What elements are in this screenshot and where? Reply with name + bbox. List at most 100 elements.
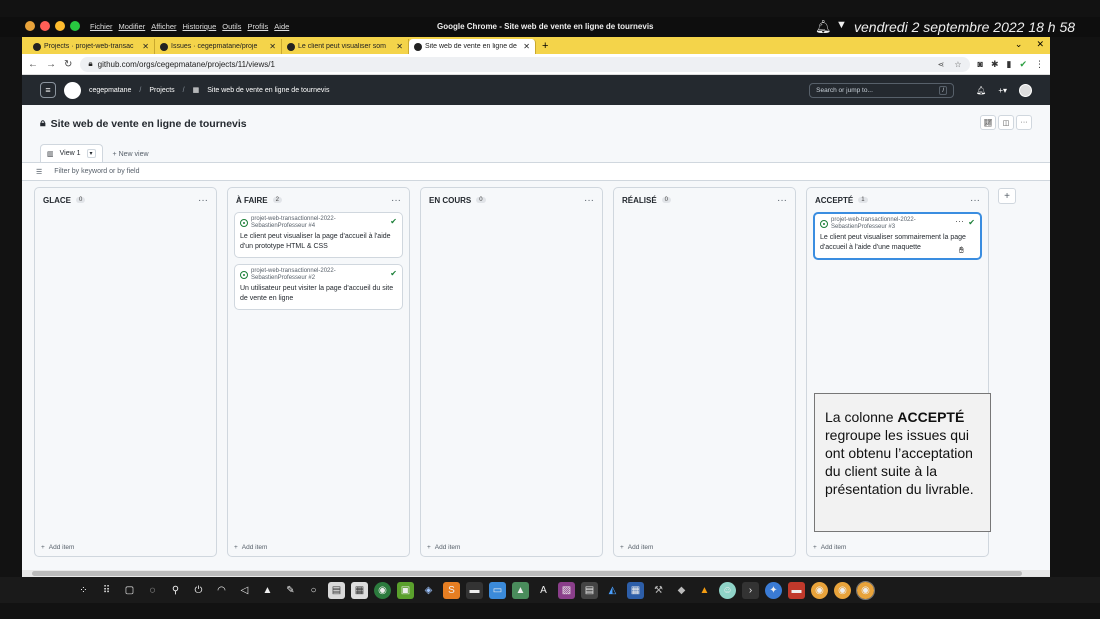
breadcrumb-org[interactable]: cegepmatane (89, 87, 131, 94)
chrome-icon[interactable]: ◉ (856, 580, 875, 600)
column-menu-icon[interactable]: ··· (198, 195, 208, 206)
browser-tab-issue-3[interactable]: Le client peut visualiser som ✕ (282, 39, 409, 54)
terminal-icon[interactable]: ▬ (466, 581, 483, 599)
issue-card[interactable]: projet-web-transactionnel-2022-Sebastien… (813, 212, 982, 260)
column-menu-icon[interactable]: ··· (584, 195, 594, 206)
bell-icon[interactable]: 🔔︎ (815, 19, 832, 35)
add-item-button[interactable]: + Add item (427, 544, 460, 551)
menu-profils[interactable]: Profils (247, 22, 268, 31)
bell-icon[interactable]: 🔔︎ (976, 86, 986, 95)
window-close-button[interactable] (40, 21, 50, 31)
grab-hand-icon[interactable]: ✋︎ (959, 245, 964, 256)
profile-check-icon[interactable]: ✔ (1019, 59, 1027, 70)
menu-modifier[interactable]: Modifier (119, 22, 146, 31)
url-field[interactable]: 🔒︎ github.com/orgs/cegepmatane/projects/… (80, 56, 970, 72)
whiteboard-icon[interactable]: ▦ (627, 581, 644, 599)
menu-historique[interactable]: Historique (183, 22, 217, 31)
tools-icon[interactable]: ⚒ (650, 582, 667, 599)
column-menu-icon[interactable]: ··· (391, 195, 401, 206)
window-minimize-button[interactable] (55, 21, 65, 31)
browser-tab-projects[interactable]: Projects · projet-web-transac ✕ (28, 39, 155, 54)
chrome-icon[interactable] (25, 21, 35, 31)
reload-icon[interactable]: ↻ (64, 59, 72, 70)
globe-icon[interactable]: ◉ (374, 581, 391, 599)
chrome-icon[interactable]: ◉ (834, 581, 851, 599)
image-icon[interactable]: ▨ (558, 581, 575, 599)
chat-icon[interactable]: ☺ (719, 581, 736, 599)
menu-outils[interactable]: Outils (222, 22, 241, 31)
add-item-button[interactable]: + Add item (813, 544, 846, 551)
volume-icon[interactable]: ◁ (236, 582, 253, 599)
sync-icon[interactable]: ◌ (144, 582, 161, 599)
add-item-button[interactable]: + Add item (620, 544, 653, 551)
browser-tab-project-board[interactable]: Site web de vente en ligne de ✕ (409, 39, 536, 54)
add-column-button[interactable]: + (998, 188, 1016, 204)
files-icon[interactable]: ▤ (328, 581, 345, 599)
more-options-icon[interactable]: ··· (1016, 115, 1032, 130)
back-arrow-icon[interactable]: ← (28, 59, 38, 70)
column-menu-icon[interactable]: ··· (777, 195, 787, 206)
close-icon[interactable]: ✕ (396, 42, 403, 51)
card-menu-icon[interactable]: ··· (955, 216, 964, 226)
close-icon[interactable]: ✕ (142, 42, 149, 51)
scrollbar-thumb[interactable] (32, 571, 1022, 576)
close-icon[interactable]: ✕ (269, 42, 276, 51)
column-en-cours[interactable]: EN COURS 0 ··· + Add item (420, 187, 603, 557)
column-a-faire[interactable]: À FAIRE 2 ··· projet-web-transactionnel-… (227, 187, 410, 557)
vlc-icon[interactable]: ▲ (696, 582, 713, 599)
game-icon[interactable]: ▣ (397, 581, 414, 599)
pen-icon[interactable]: ✎ (282, 582, 299, 599)
location-icon[interactable]: ⚲ (167, 582, 184, 599)
menu-afficher[interactable]: Afficher (151, 22, 176, 31)
close-window-icon[interactable]: ✕ (1036, 39, 1044, 50)
browser-tab-issues[interactable]: Issues · cegepmatane/proje ✕ (155, 39, 282, 54)
column-menu-icon[interactable]: ··· (970, 195, 980, 206)
avatar[interactable] (1019, 83, 1032, 97)
column-realise[interactable]: RÉALISÉ 0 ··· + Add item (613, 187, 796, 557)
power-icon[interactable]: ⏻ (190, 582, 207, 599)
filter-input[interactable]: ☰ Filter by keyword or by field (22, 162, 1050, 181)
add-item-button[interactable]: + Add item (41, 544, 74, 551)
star-icon[interactable]: ☆ (954, 60, 961, 69)
add-item-button[interactable]: + Add item (234, 544, 267, 551)
vscode-icon[interactable]: ◭ (604, 582, 621, 599)
screenshot-icon[interactable]: ▭ (489, 581, 506, 599)
hamburger-icon[interactable]: ≡ (40, 82, 56, 98)
github-logo-icon[interactable] (64, 81, 81, 99)
column-glace[interactable]: GLACE 0 ··· + Add item (34, 187, 217, 557)
folder-icon[interactable]: ▬ (788, 581, 805, 599)
issue-card[interactable]: projet-web-transactionnel-2022-Sebastien… (234, 212, 403, 258)
font-icon[interactable]: A (535, 582, 552, 599)
lock-icon[interactable]: 🔒︎ (88, 59, 92, 69)
desktop-icon[interactable]: ▢ (121, 582, 138, 599)
app-grid-icon[interactable]: ⁘ (75, 582, 92, 599)
chevron-down-icon[interactable]: ⌄ (1015, 39, 1023, 50)
wifi-icon[interactable]: ◠ (213, 582, 230, 599)
horizontal-scrollbar[interactable] (22, 570, 1050, 577)
card-title[interactable]: Un utilisateur peut visiter la page d'ac… (240, 284, 397, 304)
new-view-button[interactable]: + New view (113, 151, 149, 162)
kebab-menu-icon[interactable]: ⋮ (1035, 59, 1044, 70)
new-tab-button[interactable]: + (536, 39, 554, 54)
wifi-icon[interactable]: ▼ (836, 19, 847, 31)
monitor-icon[interactable]: ▲ (512, 581, 529, 599)
breadcrumb-project[interactable]: Site web de vente en ligne de tournevis (207, 87, 329, 94)
card-title[interactable]: Le client peut visualiser sommairement l… (820, 233, 975, 253)
menu-fichier[interactable]: Fichier (90, 22, 113, 31)
chevron-down-icon[interactable]: ▾ (86, 149, 96, 158)
virtualbox-icon[interactable]: ◈ (420, 582, 437, 599)
compass-icon[interactable]: ✦ (765, 581, 782, 599)
search-input[interactable]: Search or jump to... / (809, 82, 955, 98)
arrow-icon[interactable]: › (742, 581, 759, 599)
breadcrumb-projects[interactable]: Projects (149, 87, 174, 94)
chrome-icon[interactable]: ◉ (811, 581, 828, 599)
window-maximize-button[interactable] (70, 21, 80, 31)
sidepanel-icon[interactable]: ▮ (1007, 59, 1012, 70)
insights-icon[interactable]: 📈︎ (980, 115, 996, 130)
clock[interactable]: vendredi 2 septembre 2022 18 h 58 (854, 19, 1075, 35)
menu-aide[interactable]: Aide (274, 22, 289, 31)
puzzle-icon[interactable]: ✱ (991, 59, 999, 70)
launcher-icon[interactable]: ⠿ (98, 582, 115, 599)
side-panel-icon[interactable]: ◫ (998, 115, 1014, 130)
notes-icon[interactable]: ▦ (351, 581, 368, 599)
